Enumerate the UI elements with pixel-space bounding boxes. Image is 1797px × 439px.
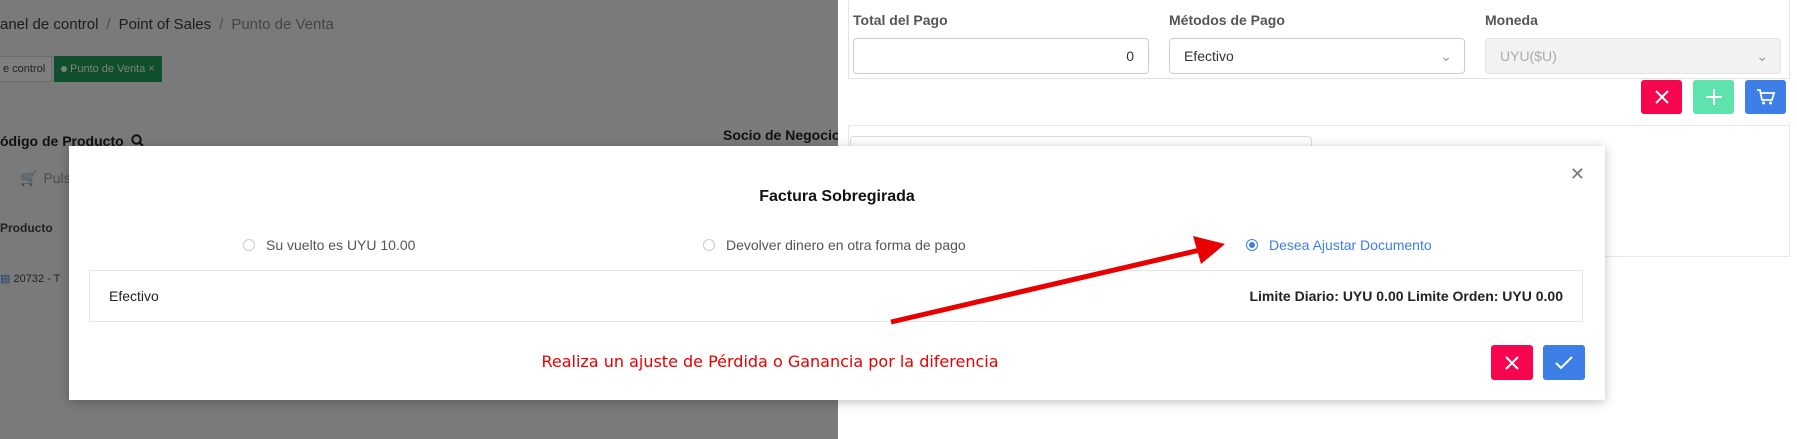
radio-icon[interactable] <box>703 239 715 252</box>
metodos-label: Métodos de Pago <box>1169 12 1285 28</box>
option-change[interactable]: Su vuelto es UYU 10.00 <box>243 237 415 253</box>
chevron-down-icon: ⌄ <box>1756 48 1768 64</box>
moneda-label: Moneda <box>1485 12 1538 28</box>
option-adjust-document[interactable]: Desea Ajustar Documento <box>1246 237 1432 253</box>
modal-title: Factura Sobregirada <box>759 188 915 205</box>
overpaid-invoice-modal: Factura Sobregirada ✕ Su vuelto es UYU 1… <box>69 146 1605 400</box>
radio-icon[interactable] <box>243 239 255 252</box>
cart-icon <box>1756 89 1775 105</box>
moneda-select: UYU($U) ⌄ <box>1485 38 1781 74</box>
x-icon <box>1505 356 1519 370</box>
payment-form: Total del Pago 0 Métodos de Pago Efectiv… <box>848 0 1790 79</box>
cart-button[interactable] <box>1745 80 1786 114</box>
payment-limits: Limite Diario: UYU 0.00 Limite Orden: UY… <box>1249 288 1563 304</box>
payment-method-name: Efectivo <box>109 288 159 304</box>
chevron-down-icon: ⌄ <box>1440 48 1452 64</box>
plus-icon <box>1705 89 1722 105</box>
check-icon <box>1555 356 1573 370</box>
remove-payment-button[interactable] <box>1641 80 1682 114</box>
confirm-button[interactable] <box>1543 345 1585 380</box>
payment-method-row: Efectivo Limite Diario: UYU 0.00 Limite … <box>89 270 1583 322</box>
total-label: Total del Pago <box>853 12 948 28</box>
metodo-select[interactable]: Efectivo ⌄ <box>1169 38 1465 74</box>
annotation-note: Realiza un ajuste de Pérdida o Ganancia … <box>541 352 999 371</box>
total-input[interactable]: 0 <box>853 38 1149 74</box>
radio-selected-icon[interactable] <box>1246 239 1258 252</box>
close-icon[interactable]: ✕ <box>1570 164 1585 185</box>
x-icon <box>1654 90 1669 104</box>
add-payment-button[interactable] <box>1693 80 1734 114</box>
cancel-button[interactable] <box>1491 345 1533 380</box>
option-refund-other-method[interactable]: Devolver dinero en otra forma de pago <box>703 237 966 253</box>
